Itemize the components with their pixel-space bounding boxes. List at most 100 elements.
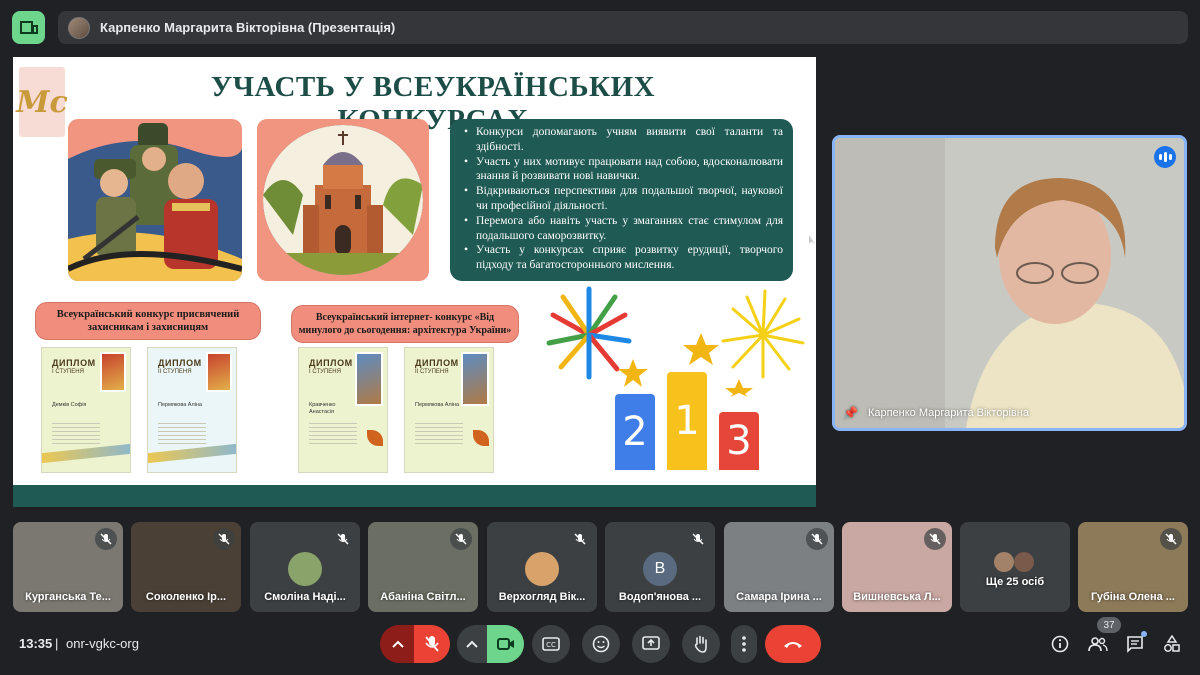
- activities-shapes-icon: [1164, 635, 1180, 652]
- layout-icon: [19, 20, 38, 34]
- meeting-code[interactable]: onr-vgkc-org: [66, 636, 139, 651]
- participant-name: Верхогляд Вік...: [498, 591, 586, 603]
- presenter-title-bar: Карпенко Маргарита Вікторівна (Презентац…: [58, 11, 1188, 44]
- mic-off-icon: [95, 528, 117, 550]
- mic-off-icon: [806, 528, 828, 550]
- hang-up-icon: [784, 642, 802, 648]
- diploma-photo: [461, 352, 489, 406]
- diploma-recipient: Демків Софія: [52, 402, 87, 408]
- avatar: [1014, 552, 1034, 572]
- benefit-item: Конкурси допомагають учням виявити свої …: [464, 125, 783, 155]
- mic-off-icon: [569, 528, 591, 550]
- presenter-title: Карпенко Маргарита Вікторівна (Презентац…: [100, 20, 396, 35]
- diploma-photo: [355, 352, 383, 406]
- present-screen-button[interactable]: [632, 625, 670, 663]
- contest-label-defenders: Всеукраїнський конкурс присвячений захис…: [35, 302, 261, 340]
- church-illustration: [257, 119, 429, 281]
- pin-icon[interactable]: 📌: [843, 406, 858, 420]
- diploma-4: ДИПЛОМ ІІ СТУПЕНЯ Пермякова Аліна: [404, 347, 494, 473]
- benefits-list: Конкурси допомагають учням виявити свої …: [450, 119, 793, 281]
- speaking-indicator-icon: [1154, 146, 1176, 168]
- slide-logo: Mc: [16, 67, 68, 137]
- mic-toggle-button[interactable]: [414, 625, 450, 663]
- hand-icon: [694, 635, 707, 653]
- diploma-title: ДИПЛОМ: [158, 358, 202, 368]
- avatar: [288, 552, 322, 586]
- chat-button[interactable]: [1120, 629, 1150, 659]
- participant-tile[interactable]: Смоліна Наді...: [250, 522, 360, 612]
- diploma-degree: І СТУПЕНЯ: [52, 369, 84, 375]
- diploma-title: ДИПЛОМ: [309, 358, 353, 368]
- participant-tile[interactable]: Абаніна Світл...: [368, 522, 478, 612]
- diploma-recipient: Пермякова Аліна: [415, 402, 459, 408]
- camera-toggle-button[interactable]: [487, 625, 524, 663]
- more-participants-tile[interactable]: Ще 25 осіб: [960, 522, 1070, 612]
- chat-icon: [1127, 636, 1143, 653]
- meeting-info-button[interactable]: [1045, 629, 1075, 659]
- captions-button[interactable]: CC: [532, 625, 570, 663]
- participant-name: Курганська Те...: [25, 591, 111, 603]
- chevron-up-icon: [466, 640, 478, 648]
- diploma-recipient: Кравченко Анастасія: [309, 402, 336, 415]
- diploma-recipient: Пермякова Аліна: [158, 402, 202, 408]
- diploma-text-lines: [52, 420, 100, 446]
- camera-options-button[interactable]: [457, 625, 487, 663]
- emoji-icon: [592, 635, 610, 653]
- benefit-item: Участь у них мотивує працювати над собою…: [464, 155, 783, 185]
- more-participants-label: Ще 25 осіб: [985, 576, 1045, 588]
- participant-name: Соколенко Ір...: [145, 591, 227, 603]
- leave-call-button[interactable]: [765, 625, 821, 663]
- active-speaker-tile[interactable]: 📌 Карпенко Маргарита Вікторівна: [832, 135, 1187, 431]
- diploma-2: ДИПЛОМ ІІ СТУПЕНЯ Пермякова Аліна: [147, 347, 237, 473]
- mic-off-icon: [425, 636, 439, 652]
- diploma-3: ДИПЛОМ І СТУПЕНЯ Кравченко Анастасія: [298, 347, 388, 473]
- video-camera-icon: [496, 638, 514, 650]
- diploma-1: ДИПЛОМ І СТУПЕНЯ Демків Софія: [41, 347, 131, 473]
- slide-footer-band: [13, 485, 816, 507]
- more-options-button[interactable]: [731, 625, 757, 663]
- benefit-item: Перемога або навіть участь у змаганнях с…: [464, 214, 783, 244]
- separator: |: [55, 636, 59, 651]
- closed-captions-icon: CC: [542, 637, 560, 651]
- diploma-degree: ІІ СТУПЕНЯ: [158, 369, 192, 375]
- podium-first-place: 1: [667, 372, 707, 470]
- info-icon: [1051, 635, 1069, 653]
- diploma-text-lines: [158, 420, 206, 446]
- participant-count-badge: 37: [1097, 617, 1121, 633]
- participant-tile[interactable]: Губіна Олена ...: [1078, 522, 1188, 612]
- diploma-degree: ІІ СТУПЕНЯ: [415, 369, 449, 375]
- participant-tile[interactable]: Самара Ірина ...: [724, 522, 834, 612]
- activities-button[interactable]: [1157, 629, 1187, 659]
- contest-label-architecture: Всеукраїнський інтернет- конкурс «Від ми…: [291, 305, 519, 343]
- layout-toggle-button[interactable]: [12, 11, 45, 44]
- benefit-item: Відкриваються перспективи для подальшої …: [464, 184, 783, 214]
- podium-second-place: 2: [615, 394, 655, 470]
- participant-tile[interactable]: Соколенко Ір...: [131, 522, 241, 612]
- avatar: В: [643, 552, 677, 586]
- mic-off-icon: [213, 528, 235, 550]
- people-icon: [1088, 637, 1108, 652]
- participant-tile[interactable]: Верхогляд Вік...: [487, 522, 597, 612]
- diploma-title: ДИПЛОМ: [52, 358, 96, 368]
- svg-text:CC: CC: [546, 641, 556, 649]
- participant-name: Самара Ірина ...: [736, 591, 822, 603]
- participant-tile[interactable]: В Водоп'янова ...: [605, 522, 715, 612]
- diploma-text-lines: [415, 420, 463, 446]
- people-button[interactable]: [1083, 629, 1113, 659]
- clock-time: 13:35: [19, 636, 53, 651]
- presentation-slide: Mc УЧАСТЬ У ВСЕУКРАЇНСЬКИХ КОНКУРСАХ • К…: [13, 57, 816, 507]
- diploma-text-lines: [309, 420, 357, 446]
- present-icon: [642, 636, 660, 650]
- mic-off-icon: [450, 528, 472, 550]
- participant-tile[interactable]: Вишневська Л...: [842, 522, 952, 612]
- presenter-avatar: [68, 16, 90, 39]
- mic-options-button[interactable]: [380, 625, 416, 663]
- diploma-illustration: [206, 352, 232, 392]
- speaker-name-label: 📌 Карпенко Маргарита Вікторівна: [843, 406, 1029, 420]
- benefit-item: Участь у конкурсах сприяє розвитку еруди…: [464, 243, 783, 273]
- participant-name: Абаніна Світл...: [380, 591, 466, 603]
- reactions-button[interactable]: [582, 625, 620, 663]
- participant-name: Вишневська Л...: [853, 591, 941, 603]
- raise-hand-button[interactable]: [682, 625, 720, 663]
- participant-tile[interactable]: Курганська Те...: [13, 522, 123, 612]
